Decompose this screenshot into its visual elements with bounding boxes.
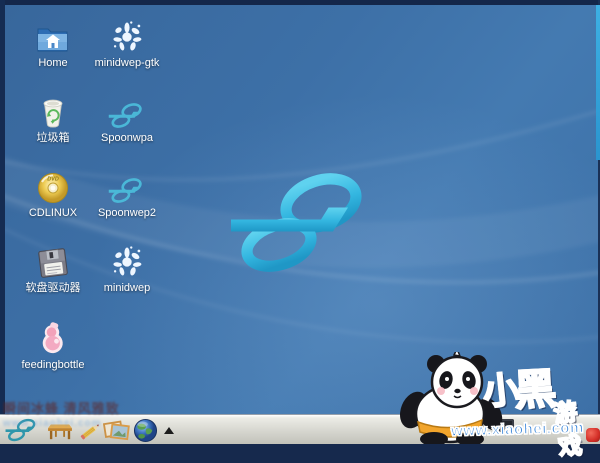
cdlinux-swirl-icon	[87, 170, 167, 204]
icon-label: CDLINUX	[28, 207, 78, 219]
panda-mascot	[400, 352, 503, 444]
icon-label: minidwep	[103, 282, 151, 294]
icon-label: 软盘驱动器	[25, 282, 81, 294]
desktop-icon-spoonwep2[interactable]: Spoonwep2	[87, 170, 167, 219]
icon-label: Home	[38, 57, 68, 69]
left-border	[0, 0, 5, 444]
photos-icon	[103, 420, 130, 441]
icon-label: Spoonwep2	[97, 207, 157, 219]
icon-label: 垃圾箱	[36, 132, 70, 144]
desktop-icon-cdlinux[interactable]: DVD CDLINUX	[13, 170, 93, 219]
trash-icon	[13, 95, 93, 129]
cdlinux-desktop-logo	[231, 173, 362, 272]
icon-label: Spoonwpa	[101, 132, 153, 144]
dvd-disc-icon: DVD	[13, 170, 93, 204]
splash-icon	[87, 20, 167, 54]
table-icon	[48, 424, 72, 440]
top-border	[0, 0, 600, 5]
cdlinux-swirl-icon	[87, 95, 167, 129]
feeding-bottle-icon	[13, 322, 93, 356]
taskbar-up-arrow-button[interactable]	[161, 417, 177, 443]
desktop-icon-minidwep[interactable]: minidwep	[87, 245, 167, 294]
globe-icon	[133, 418, 157, 442]
pencil-icon	[80, 424, 99, 440]
desktop-icon-floppy-drive[interactable]: 软盘驱动器	[13, 245, 93, 294]
taskbar-browser-button[interactable]	[131, 417, 159, 443]
watermark-red-badge	[586, 428, 600, 442]
home-folder-icon	[13, 20, 93, 54]
splash-icon	[87, 245, 167, 279]
desktop-icon-spoonwpa[interactable]: Spoonwpa	[87, 95, 167, 144]
floppy-icon	[13, 245, 93, 279]
dvd-badge-text: DVD	[47, 177, 59, 183]
up-arrow-icon	[164, 426, 174, 434]
taskbar-show-desktop-button[interactable]	[46, 417, 74, 443]
right-edge-highlight	[596, 5, 600, 160]
taskbar-cdlinux-menu-button[interactable]	[1, 417, 43, 443]
desktop-icon-trash[interactable]: 垃圾箱	[13, 95, 93, 144]
taskbar-photos-button[interactable]	[102, 417, 132, 443]
desktop-icon-minidwep-gtk[interactable]: minidwep-gtk	[87, 20, 167, 69]
desktop-icon-home[interactable]: Home	[13, 20, 93, 69]
icon-label: minidwep-gtk	[94, 57, 160, 69]
desktop-icon-feedingbottle[interactable]: feedingbottle	[13, 322, 93, 371]
icon-label: feedingbottle	[21, 359, 85, 371]
